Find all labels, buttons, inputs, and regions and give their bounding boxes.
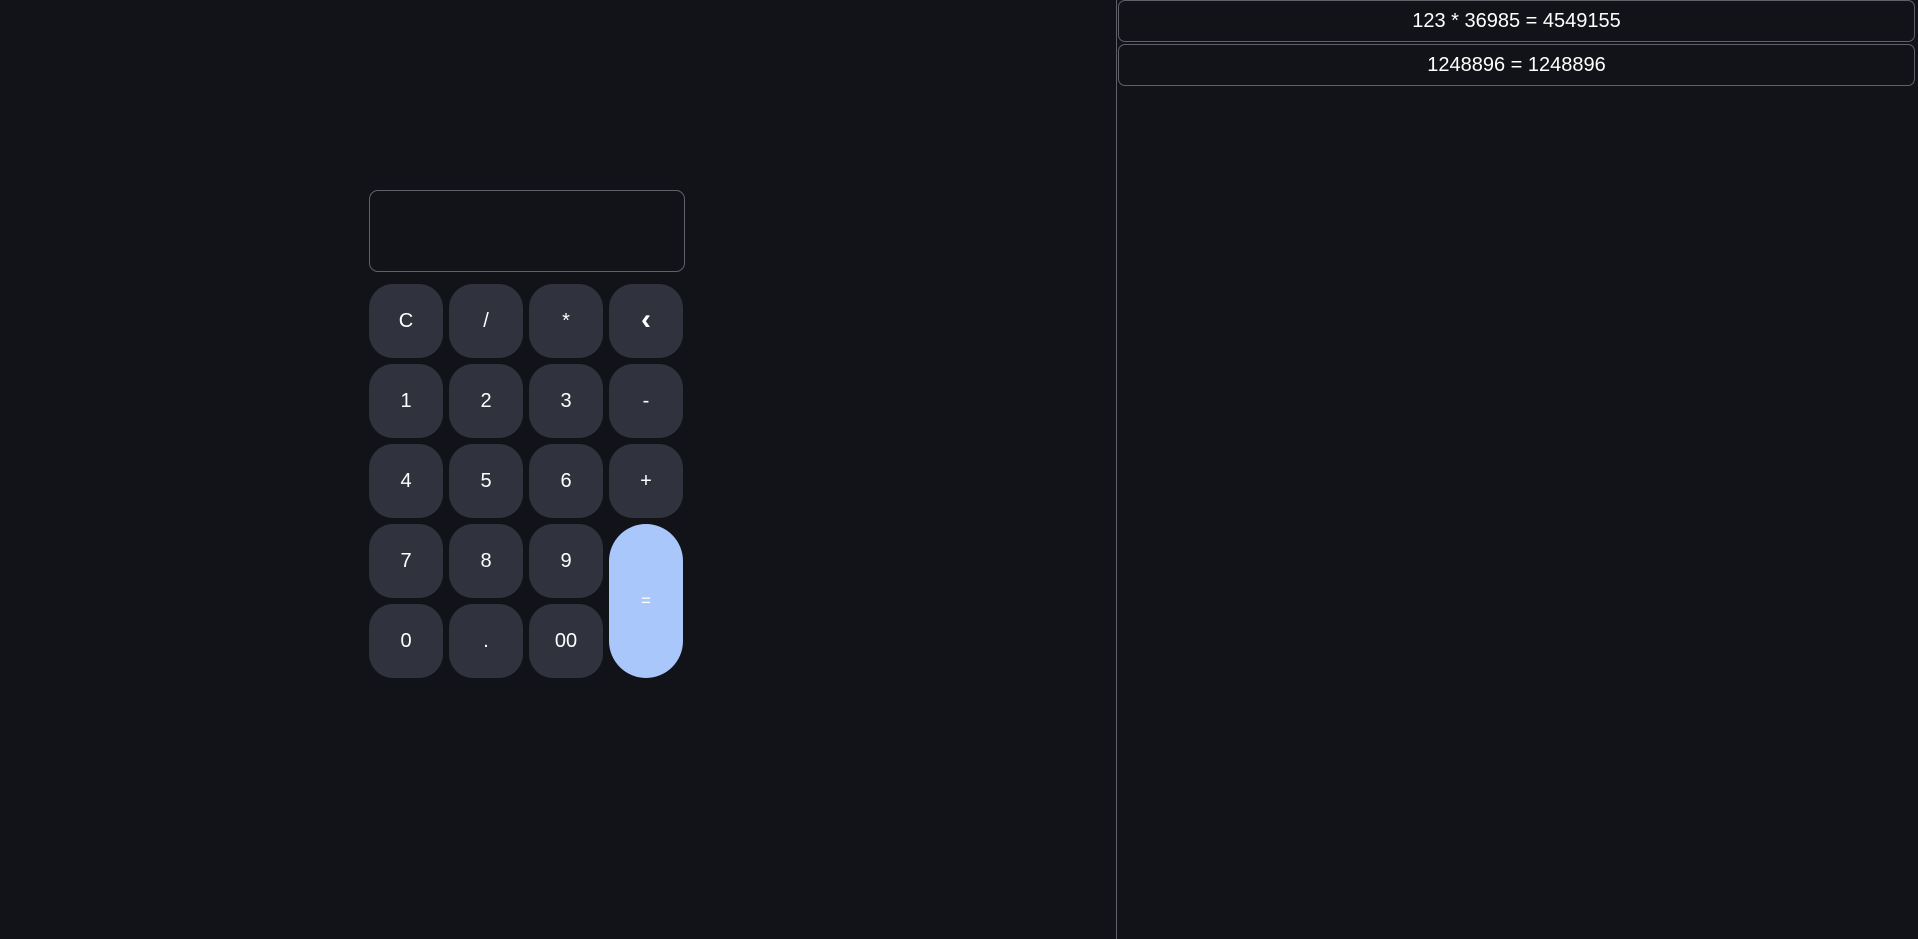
history-item[interactable]: 1248896 = 1248896 <box>1118 44 1915 86</box>
digit-4-button[interactable]: 4 <box>369 444 443 518</box>
history-panel: 123 * 36985 = 4549155 1248896 = 1248896 <box>1116 0 1918 939</box>
history-item[interactable]: 123 * 36985 = 4549155 <box>1118 0 1915 42</box>
clear-button[interactable]: C <box>369 284 443 358</box>
digit-5-button[interactable]: 5 <box>449 444 523 518</box>
divide-button[interactable]: / <box>449 284 523 358</box>
digit-8-button[interactable]: 8 <box>449 524 523 598</box>
digit-0-button[interactable]: 0 <box>369 604 443 678</box>
digit-3-button[interactable]: 3 <box>529 364 603 438</box>
digit-7-button[interactable]: 7 <box>369 524 443 598</box>
plus-button[interactable]: + <box>609 444 683 518</box>
multiply-button[interactable]: * <box>529 284 603 358</box>
backspace-button[interactable]: ‹ <box>609 284 683 358</box>
decimal-button[interactable]: . <box>449 604 523 678</box>
digit-1-button[interactable]: 1 <box>369 364 443 438</box>
equals-button[interactable]: = <box>609 524 683 678</box>
minus-button[interactable]: - <box>609 364 683 438</box>
double-zero-button[interactable]: 00 <box>529 604 603 678</box>
digit-6-button[interactable]: 6 <box>529 444 603 518</box>
digit-9-button[interactable]: 9 <box>529 524 603 598</box>
digit-2-button[interactable]: 2 <box>449 364 523 438</box>
chevron-left-icon: ‹ <box>641 303 651 336</box>
display-field[interactable] <box>369 190 685 272</box>
keypad: C / * ‹ 1 2 3 - 4 5 6 + 7 8 9 = 0 . 00 <box>369 284 689 678</box>
